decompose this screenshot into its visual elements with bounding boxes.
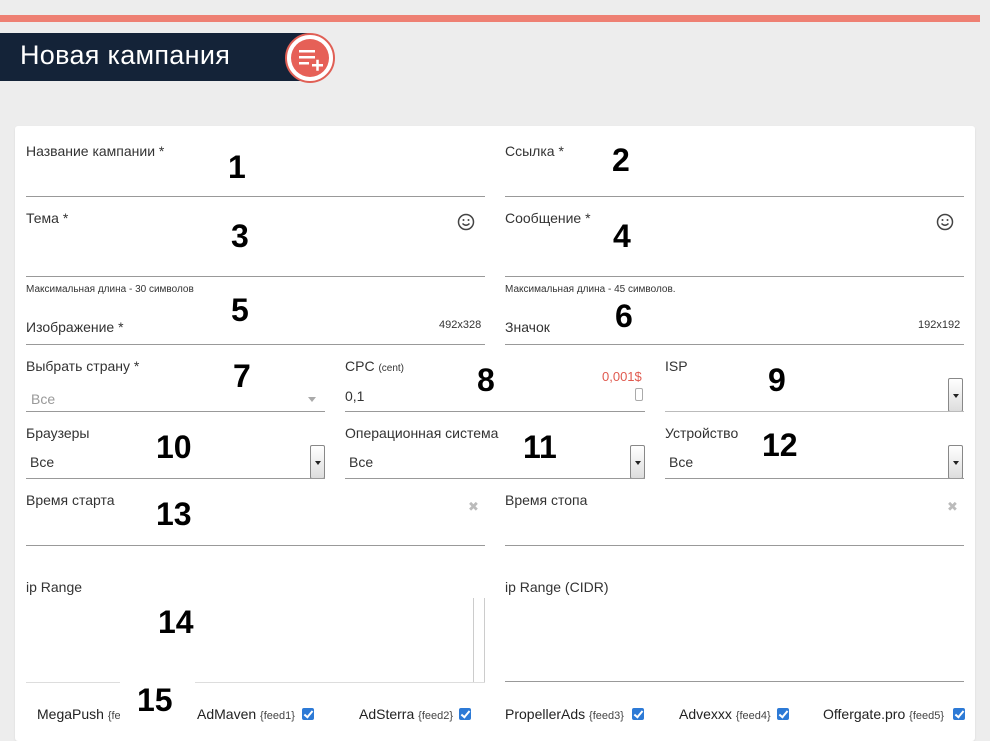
link-input[interactable] — [505, 196, 964, 197]
cpc-input[interactable] — [345, 411, 645, 412]
feed-checkbox[interactable] — [459, 708, 471, 720]
message-label: Сообщение * — [505, 210, 591, 226]
clear-icon[interactable]: ✖ — [468, 499, 479, 515]
browsers-label: Браузеры — [26, 425, 90, 441]
isp-dropdown-arrow[interactable] — [948, 378, 963, 412]
icon-label: Значок — [505, 319, 550, 335]
marker-5: 5 — [231, 292, 249, 328]
feed-tag: {fe — [107, 710, 121, 722]
ip-range-cidr-label: ip Range (CIDR) — [505, 579, 609, 595]
browsers-select-value: Все — [30, 454, 55, 470]
image-upload-field[interactable] — [26, 344, 485, 345]
feed-admaven[interactable]: AdMaven {feed1} — [197, 706, 295, 722]
feed-checkbox[interactable] — [302, 708, 314, 720]
icon-size: 192x192 — [918, 319, 961, 331]
cpc-label: CPC (cent) — [345, 358, 404, 374]
country-label: Выбрать страну * — [26, 358, 140, 374]
subject-label: Тема * — [26, 210, 69, 226]
feed-name: AdMaven — [197, 706, 257, 722]
device-dropdown-arrow[interactable] — [948, 445, 963, 479]
image-size: 492x328 — [439, 319, 482, 331]
feed-checkbox[interactable] — [953, 708, 965, 720]
stop-time-input[interactable] — [505, 545, 964, 546]
add-list-icon[interactable] — [285, 33, 335, 83]
start-time-input[interactable] — [26, 545, 485, 546]
campaign-form: Название кампании * 1 Ссылка * 2 Тема * … — [15, 126, 975, 741]
link-label: Ссылка * — [505, 143, 564, 159]
feed-tag: {feed2} — [418, 710, 454, 722]
ip-range-scrollbar[interactable] — [473, 598, 474, 682]
os-dropdown-arrow[interactable] — [630, 445, 645, 479]
feed-checkbox[interactable] — [777, 708, 789, 720]
feed-checkbox[interactable] — [632, 708, 644, 720]
marker-4: 4 — [613, 218, 631, 254]
subject-input[interactable] — [26, 276, 485, 277]
clear-icon[interactable]: ✖ — [947, 499, 958, 515]
marker-7: 7 — [233, 358, 251, 394]
cpc-price: 0,001$ — [602, 369, 642, 384]
feed-name: Advexxx — [679, 706, 732, 722]
marker-2: 2 — [612, 142, 630, 178]
cpc-unit: (cent) — [378, 363, 405, 374]
feed-advexxx[interactable]: Advexxx {feed4} — [679, 706, 771, 722]
marker-14: 14 — [158, 604, 194, 640]
feed-tag: {feed5} — [909, 710, 945, 722]
cpc-spinner[interactable] — [635, 388, 643, 401]
cpc-label-text: CPC — [345, 358, 375, 374]
browsers-dropdown-arrow[interactable] — [310, 445, 325, 479]
top-accent-bar — [0, 15, 980, 22]
page-title: Новая кампания — [20, 40, 231, 70]
campaign-name-label: Название кампании * — [26, 143, 165, 159]
device-select-value: Все — [669, 454, 694, 470]
feed-megapush[interactable]: MegaPush {fe — [37, 706, 121, 722]
country-select-value: Все — [31, 391, 56, 407]
stop-time-label: Время стопа — [505, 492, 588, 508]
feed-propellerads[interactable]: PropellerAds {feed3} — [505, 706, 624, 722]
isp-label: ISP — [665, 358, 688, 374]
start-time-label: Время старта — [26, 492, 115, 508]
emoji-icon[interactable] — [936, 213, 954, 231]
isp-select[interactable] — [665, 411, 964, 412]
browsers-select[interactable] — [26, 478, 325, 479]
marker-10: 10 — [156, 429, 192, 465]
image-label: Изображение * — [26, 319, 124, 335]
feed-name: Offergate.pro — [823, 706, 906, 722]
subject-hint: Максимальная длина - 30 символов — [26, 284, 194, 295]
cpc-input-value: 0,1 — [345, 388, 365, 404]
feed-tag: {feed1} — [260, 710, 295, 722]
country-select[interactable] — [26, 411, 325, 412]
marker-11: 11 — [523, 429, 557, 465]
chevron-down-icon — [308, 397, 316, 402]
ip-range-scrollbar[interactable] — [484, 598, 485, 682]
marker-6: 6 — [615, 298, 633, 334]
marker-15: 15 — [137, 682, 173, 718]
marker-9: 9 — [768, 362, 786, 398]
os-select-value: Все — [349, 454, 374, 470]
marker-1: 1 — [228, 149, 246, 185]
ip-range-cidr-textarea[interactable] — [505, 681, 964, 682]
feed-tag: {feed3} — [589, 710, 624, 722]
os-label: Операционная система — [345, 425, 499, 441]
message-hint: Максимальная длина - 45 символов. — [505, 284, 676, 295]
device-select[interactable] — [665, 478, 964, 479]
ip-range-label: ip Range — [26, 579, 83, 595]
feed-name: MegaPush — [37, 706, 104, 722]
message-input[interactable] — [505, 276, 964, 277]
campaign-name-input[interactable] — [26, 196, 485, 197]
marker-13: 13 — [156, 496, 192, 532]
ip-range-textarea[interactable] — [26, 682, 485, 683]
marker-8: 8 — [477, 362, 495, 398]
emoji-icon[interactable] — [457, 213, 475, 231]
feed-offergate[interactable]: Offergate.pro {feed5} — [823, 706, 944, 722]
device-label: Устройство — [665, 425, 739, 441]
feed-adsterra[interactable]: AdSterra {feed2} — [359, 706, 453, 722]
os-select[interactable] — [345, 478, 645, 479]
feed-tag: {feed4} — [735, 710, 771, 722]
marker-3: 3 — [231, 218, 249, 254]
feed-name: PropellerAds — [505, 706, 586, 722]
marker-12: 12 — [762, 427, 798, 463]
feed-name: AdSterra — [359, 706, 415, 722]
icon-upload-field[interactable] — [505, 344, 964, 345]
